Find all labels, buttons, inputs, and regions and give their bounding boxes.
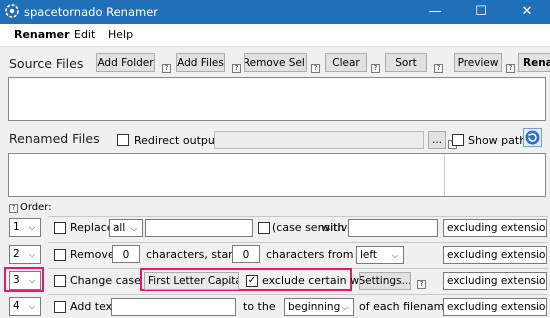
chevron-down-icon: ⌵ [28, 276, 36, 285]
replace-with-input[interactable] [348, 219, 438, 237]
order-label: Order: [20, 202, 52, 213]
remove-selected-button[interactable]: Remove Sel. [244, 53, 307, 72]
refresh-icon [525, 130, 540, 145]
redirect-output-checkbox[interactable] [117, 134, 129, 146]
rule-4-enable-checkbox[interactable] [54, 301, 66, 313]
preview-button[interactable]: Preview [454, 53, 502, 72]
minimize-button[interactable]: — [412, 0, 458, 24]
close-button[interactable]: ✕ [504, 0, 550, 24]
exclude-words-checkbox[interactable]: ✓ [246, 275, 258, 287]
menu-edit[interactable]: Edit [74, 28, 95, 41]
sort-help-icon[interactable]: ? [434, 64, 443, 73]
show-paths-checkbox[interactable] [452, 134, 464, 146]
rule-separator [48, 294, 548, 295]
chevron-down-icon: ⌵ [130, 224, 138, 233]
rule-separator [48, 242, 548, 243]
replace-mode-select[interactable]: all ⌵ [109, 219, 143, 237]
rule-2-extension-select[interactable]: excluding extension ⌵ [443, 246, 547, 264]
rule-1-enable-checkbox[interactable] [54, 222, 66, 234]
remove-side-value: left [360, 249, 378, 261]
chevron-down-icon: ⌵ [391, 251, 399, 260]
chevron-down-icon: ⌵ [534, 224, 542, 233]
maximize-button[interactable]: ☐ [458, 0, 504, 24]
rule-4-extension-select[interactable]: excluding extension ⌵ [443, 298, 547, 316]
rule-1-label: Replace [70, 221, 114, 234]
chevron-down-icon: ⌵ [341, 303, 349, 312]
chevron-down-icon: ⌵ [534, 251, 542, 260]
rule-3-order-value: 3 [13, 274, 20, 286]
with-label: with [321, 221, 345, 234]
replace-find-input[interactable] [145, 219, 253, 237]
clear-help-icon[interactable]: ? [371, 64, 380, 73]
menu-help[interactable]: Help [108, 28, 133, 41]
clear-button[interactable]: Clear [325, 53, 367, 72]
rule-2-order-value: 2 [13, 248, 20, 260]
order-help-icon[interactable]: ? [9, 204, 18, 213]
add-files-button[interactable]: Add Files [176, 53, 225, 72]
renamed-list-divider [444, 154, 445, 196]
rule-4-label: Add text [70, 300, 117, 313]
add-text-position-select[interactable]: beginning ⌵ [284, 298, 354, 316]
rule-1-order-select[interactable]: 1 ⌵ [9, 218, 41, 237]
renamed-files-list[interactable] [8, 153, 546, 197]
remove-count-input[interactable]: 0 [112, 245, 140, 263]
replace-mode-value: all [113, 222, 126, 234]
add-files-help-icon[interactable]: ? [232, 64, 241, 73]
title-bar: spacetornado Renamer — ☐ ✕ [0, 0, 550, 24]
source-files-list[interactable] [8, 77, 546, 121]
chevron-down-icon: ⌵ [534, 303, 542, 312]
case-sensitive-label: (case sensitive) [272, 221, 359, 234]
menu-renamer[interactable]: Renamer [14, 28, 70, 41]
chevron-down-icon: ⌵ [226, 277, 234, 286]
window-title: spacetornado Renamer [24, 5, 159, 19]
add-text-input[interactable] [111, 298, 236, 316]
rule-3-extension-select[interactable]: excluding extension ⌵ [443, 272, 547, 290]
chevron-down-icon: ⌵ [28, 250, 36, 259]
rule-4-order-value: 4 [13, 300, 20, 312]
add-text-tail-label: of each filename. [359, 300, 455, 313]
settings-help-icon[interactable]: ? [417, 280, 426, 289]
rule-2-enable-checkbox[interactable] [54, 249, 66, 261]
chevron-down-icon: ⌵ [28, 302, 36, 311]
preview-help-icon[interactable]: ? [506, 64, 515, 73]
add-folder-help-icon[interactable]: ? [162, 64, 171, 73]
remove-selected-help-icon[interactable]: ? [311, 64, 320, 73]
settings-button[interactable]: Settings... [359, 272, 411, 290]
browse-button[interactable]: ... [428, 131, 446, 149]
source-files-label: Source Files [9, 56, 84, 71]
remove-start-input[interactable]: 0 [232, 245, 260, 263]
redirect-output-field[interactable] [214, 131, 424, 149]
rule-3-enable-checkbox[interactable] [54, 275, 66, 287]
rule-2-order-select[interactable]: 2 ⌵ [9, 245, 41, 264]
refresh-button[interactable] [523, 128, 542, 147]
renamed-files-label: Renamed Files [9, 131, 100, 146]
add-folder-button[interactable]: Add Folder [96, 53, 155, 72]
add-text-to-label: to the [243, 300, 276, 313]
app-logo-icon [5, 4, 19, 18]
case-sensitive-checkbox[interactable] [258, 222, 270, 234]
sort-button[interactable]: Sort [385, 53, 427, 72]
remove-side-select[interactable]: left ⌵ [356, 246, 404, 264]
case-type-select[interactable]: First Letter Capital ⌵ [144, 272, 239, 290]
rule-2-label: Remove [70, 248, 115, 261]
rule-1-order-value: 1 [13, 221, 20, 233]
rule-separator [48, 216, 548, 217]
chevron-down-icon: ⌵ [534, 277, 542, 286]
rule-1-extension-select[interactable]: excluding extension ⌵ [443, 219, 547, 237]
rule-4-order-select[interactable]: 4 ⌵ [9, 297, 41, 316]
checkmark-icon: ✓ [247, 275, 257, 286]
rule-3-order-select[interactable]: 3 ⌵ [9, 271, 41, 290]
rename-button[interactable]: Renam [518, 53, 550, 72]
add-text-position-value: beginning [288, 301, 341, 313]
chevron-down-icon: ⌵ [28, 223, 36, 232]
